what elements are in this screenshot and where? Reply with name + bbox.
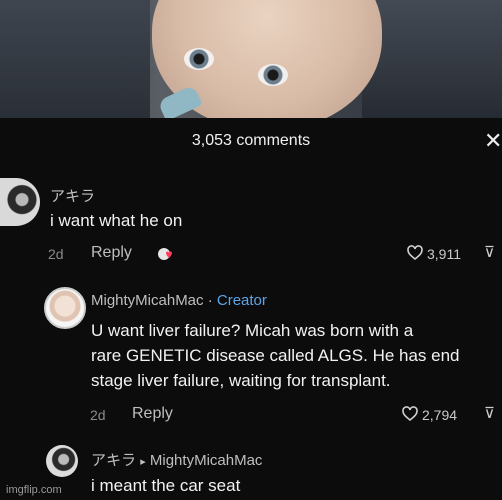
dislike-icon[interactable]: ⊽ [484, 243, 495, 261]
comment-username[interactable]: MightyMicahMac [91, 292, 204, 309]
comment-username[interactable]: アキラ [91, 452, 136, 469]
avatar[interactable] [46, 445, 78, 477]
dislike-icon[interactable]: ⊽ [484, 404, 495, 422]
reply-header: アキラ ▸ MightyMicahMac [91, 449, 262, 470]
comment-time: 2d [90, 407, 106, 423]
car-seat-right [362, 0, 502, 118]
reply-button[interactable]: Reply [132, 405, 173, 423]
watermark: imgflip.com [6, 484, 62, 496]
comment-text-line: stage liver failure, waiting for transpl… [91, 371, 391, 390]
creator-liked-icon [158, 248, 172, 260]
comment-text-line: U want liver failure? Micah was born wit… [91, 321, 414, 340]
baby-eye-left [184, 48, 214, 70]
heart-icon[interactable] [407, 245, 423, 261]
comment-username[interactable]: アキラ [50, 185, 95, 206]
video-thumbnail[interactable] [0, 0, 502, 118]
heart-icon[interactable] [402, 406, 418, 422]
comment-text: i meant the car seat [91, 476, 241, 495]
comment-time: 2d [48, 246, 64, 262]
comment-text-line: rare GENETIC disease called ALGS. He has… [91, 346, 460, 365]
reply-to-username[interactable]: MightyMicahMac [150, 452, 263, 469]
reply-button[interactable]: Reply [91, 244, 132, 262]
creator-badge: Creator [216, 292, 267, 309]
comments-count-title: 3,053 comments [191, 132, 311, 149]
reply-arrow-icon: ▸ [140, 456, 146, 468]
car-seat-left [0, 0, 150, 118]
comment-text: i want what he on [50, 211, 183, 230]
comment-username-line: MightyMicahMac · Creator [91, 292, 267, 309]
avatar[interactable] [44, 287, 86, 329]
close-icon[interactable]: ✕ [484, 128, 502, 154]
like-count: 2,794 [422, 407, 458, 423]
like-count: 3,911 [427, 246, 461, 262]
baby-eye-right [258, 64, 288, 86]
separator: · [203, 292, 217, 309]
